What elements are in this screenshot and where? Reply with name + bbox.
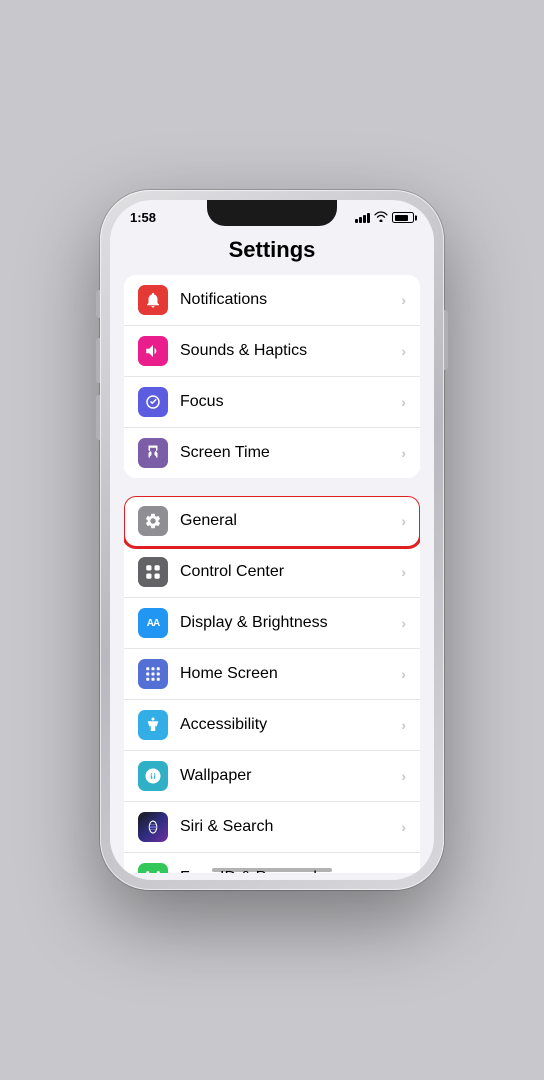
signal-icon [355,213,370,223]
general-chevron: › [401,513,406,529]
settings-row-siri[interactable]: Siri & Search › [124,802,420,853]
notifications-chevron: › [401,292,406,308]
phone-screen: 1:58 [110,200,434,880]
accessibility-label: Accessibility [180,716,401,734]
faceid-icon [138,863,168,873]
battery-fill [395,215,409,221]
settings-row-accessibility[interactable]: Accessibility › [124,700,420,751]
settings-group-2: General › Control Center › [124,496,420,873]
volume-down-button[interactable] [96,395,100,440]
siri-icon [138,812,168,842]
signal-bar-4 [367,213,370,223]
signal-bar-2 [359,217,362,223]
settings-row-screentime[interactable]: Screen Time › [124,428,420,478]
volume-up-button[interactable] [96,338,100,383]
homescreen-label: Home Screen [180,665,401,683]
focus-icon [138,387,168,417]
settings-row-general[interactable]: General › [124,496,420,547]
mute-button[interactable] [96,290,100,318]
settings-row-sounds[interactable]: Sounds & Haptics › [124,326,420,377]
phone-frame: 1:58 [100,190,444,890]
general-icon [138,506,168,536]
settings-row-focus[interactable]: Focus › [124,377,420,428]
screentime-icon [138,438,168,468]
battery-icon [392,212,414,223]
power-button[interactable] [444,310,448,370]
signal-bar-3 [363,215,366,223]
signal-bar-1 [355,219,358,223]
settings-group-1: Notifications › Sounds & Haptics › [124,275,420,478]
display-icon: AA [138,608,168,638]
settings-row-notifications[interactable]: Notifications › [124,275,420,326]
settings-row-display[interactable]: AA Display & Brightness › [124,598,420,649]
display-chevron: › [401,615,406,631]
controlcenter-label: Control Center [180,563,401,581]
faceid-chevron: › [401,870,406,873]
siri-chevron: › [401,819,406,835]
homescreen-chevron: › [401,666,406,682]
status-icons [355,211,414,225]
screentime-label: Screen Time [180,444,401,462]
settings-row-homescreen[interactable]: Home Screen › [124,649,420,700]
page-title: Settings [110,229,434,275]
focus-label: Focus [180,393,401,411]
siri-label: Siri & Search [180,818,401,836]
accessibility-icon [138,710,168,740]
sounds-icon [138,336,168,366]
status-time: 1:58 [130,210,156,225]
notifications-icon [138,285,168,315]
home-bar[interactable] [212,868,332,872]
sounds-label: Sounds & Haptics [180,342,401,360]
screen-content[interactable]: Settings Notifications › [110,229,434,873]
controlcenter-chevron: › [401,564,406,580]
homescreen-icon [138,659,168,689]
wallpaper-chevron: › [401,768,406,784]
notifications-label: Notifications [180,291,401,309]
controlcenter-icon [138,557,168,587]
settings-row-controlcenter[interactable]: Control Center › [124,547,420,598]
accessibility-chevron: › [401,717,406,733]
focus-chevron: › [401,394,406,410]
general-label: General [180,512,401,530]
wifi-icon [374,211,388,225]
wallpaper-label: Wallpaper [180,767,401,785]
sounds-chevron: › [401,343,406,359]
screentime-chevron: › [401,445,406,461]
notch [207,200,337,226]
wallpaper-icon [138,761,168,791]
settings-row-wallpaper[interactable]: Wallpaper › [124,751,420,802]
display-label: Display & Brightness [180,614,401,632]
